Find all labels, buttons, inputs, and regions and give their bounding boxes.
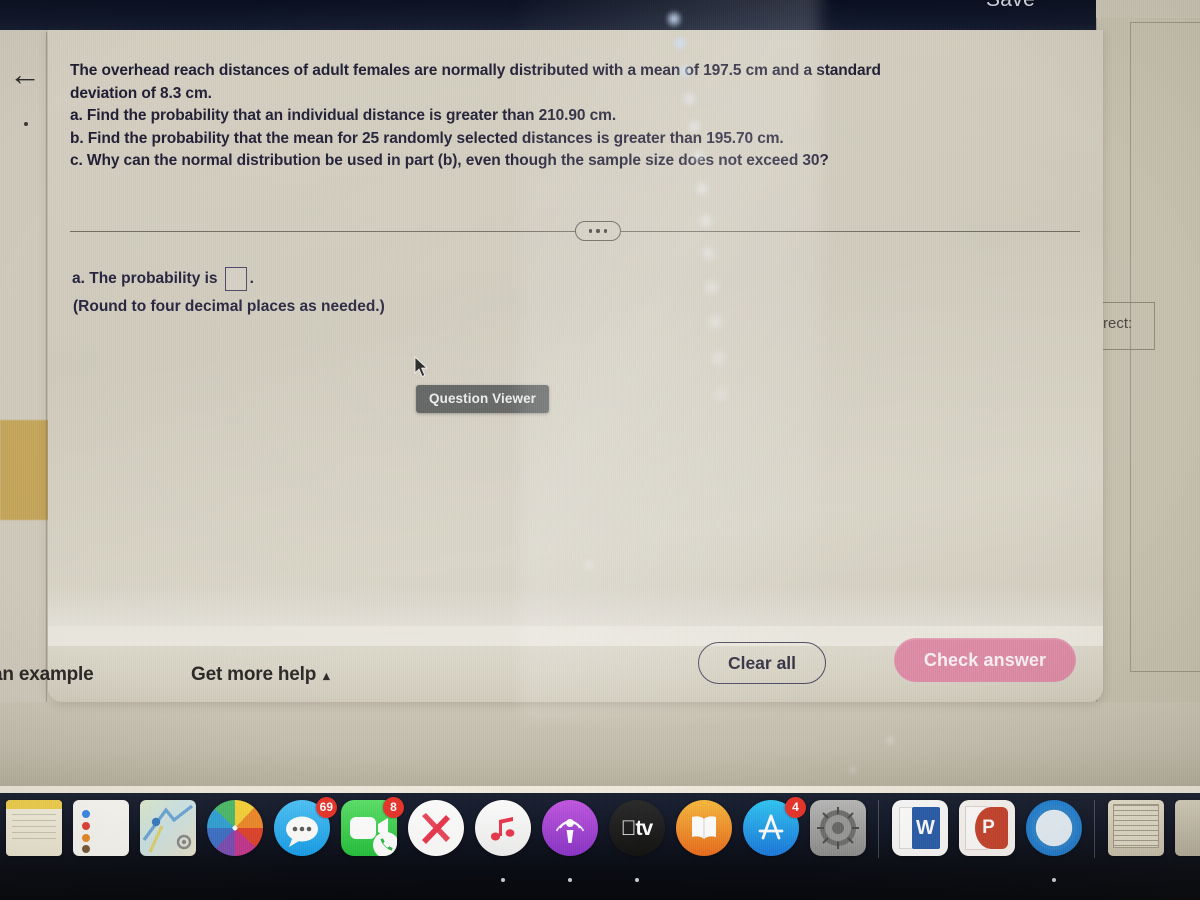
dock-item-preview-document[interactable] (1102, 800, 1169, 872)
powerpoint-letter: P (982, 817, 995, 838)
question-viewer-tooltip: Question Viewer (416, 385, 550, 413)
window-left-seam (46, 32, 47, 712)
word-letter: W (916, 816, 935, 839)
question-part-a: a. Find the probability that an individu… (70, 107, 617, 124)
view-example-link[interactable]: an example (0, 664, 94, 686)
amber-highlight-strip (0, 420, 52, 520)
news-icon (407, 800, 464, 856)
podcasts-running-indicator (567, 878, 572, 882)
background-window-answer-box: rect: (1099, 302, 1155, 350)
get-more-help-label: Get more help (191, 664, 317, 685)
compass-icon (1025, 800, 1082, 856)
dock-item-podcasts[interactable] (536, 800, 603, 882)
apple-tv-icon: tv (608, 800, 665, 856)
question-line-2: deviation of 8.3 cm. (70, 84, 212, 102)
question-part-b: b. Find the probability that the mean fo… (70, 129, 784, 147)
section-divider (70, 220, 1080, 242)
facetime-badge: 8 (383, 797, 404, 818)
document-icon (1174, 800, 1200, 856)
question-text: The overhead reach distances of adult fe… (70, 60, 1038, 173)
dock-item-facetime[interactable]: 8 (335, 797, 404, 872)
caret-up-icon: ▴ (323, 667, 330, 683)
dock-item-messages[interactable]: 69 (268, 797, 337, 872)
safari-running-indicator (1051, 878, 1056, 882)
dock-item-maps[interactable] (134, 800, 201, 872)
dock-item-news[interactable] (402, 800, 469, 872)
window-topbar: Save (0, 0, 1200, 30)
save-button[interactable]: Save (986, 0, 1035, 12)
document-icon (1107, 800, 1164, 856)
dock: 69 8 tv 4 W P (0, 797, 1200, 882)
check-answer-button[interactable]: Check answer (894, 638, 1076, 682)
question-line-1: The overhead reach distances of adult fe… (70, 62, 881, 79)
reminders-icon (72, 800, 129, 856)
answer-block: a. The probability is . (Round to four d… (72, 266, 592, 316)
dock-item-reminders[interactable] (67, 800, 134, 872)
word-icon: W (891, 800, 948, 856)
podcasts-icon (541, 800, 598, 856)
apple-tv-running-indicator (634, 878, 639, 882)
books-icon (675, 800, 732, 856)
exercise-dialog: The overhead reach distances of adult fe… (0, 30, 1103, 702)
answer-prompt-label: a. The probability is (72, 270, 218, 287)
messages-badge: 69 (315, 797, 337, 818)
answer-period: . (249, 270, 254, 287)
dock-item-safari[interactable] (1020, 800, 1087, 882)
dock-separator (1094, 800, 1095, 858)
notes-icon (5, 800, 62, 856)
dock-item-music[interactable] (469, 800, 536, 882)
rounding-hint: (Round to four decimal places as needed.… (73, 298, 385, 315)
dock-item-system-preferences[interactable] (804, 800, 871, 872)
clear-all-button[interactable]: Clear all (698, 642, 826, 684)
mouse-pointer-icon (414, 356, 430, 378)
dock-item-photos[interactable] (201, 800, 268, 872)
dock-separator (878, 800, 879, 858)
ellipsis-icon[interactable] (575, 221, 621, 241)
get-more-help-link[interactable]: Get more help ▴ (191, 664, 330, 686)
footer-glare (48, 586, 1103, 646)
left-edge-dot (24, 122, 28, 126)
dock-item-recent-document[interactable] (1169, 800, 1200, 872)
dock-item-microsoft-powerpoint[interactable]: P (953, 800, 1020, 872)
dock-item-notes[interactable] (0, 800, 67, 872)
dock-item-app-store[interactable]: 4 (737, 797, 806, 872)
probability-input[interactable] (224, 267, 247, 291)
gear-icon (809, 800, 866, 856)
question-part-c: c. Why can the normal distribution be us… (70, 152, 829, 169)
background-clipped-label: rect: (1103, 315, 1133, 332)
music-running-indicator (500, 878, 505, 882)
back-arrow-icon[interactable]: ← (8, 55, 42, 93)
dock-item-books[interactable] (670, 800, 737, 872)
desktop-background (0, 702, 1200, 786)
dock-item-apple-tv[interactable]: tv (603, 800, 670, 882)
maps-icon (139, 800, 196, 856)
powerpoint-icon: P (958, 800, 1015, 856)
music-icon (474, 800, 531, 856)
app-store-badge: 4 (785, 797, 806, 818)
dock-item-microsoft-word[interactable]: W (886, 800, 953, 872)
photos-icon (206, 800, 263, 856)
